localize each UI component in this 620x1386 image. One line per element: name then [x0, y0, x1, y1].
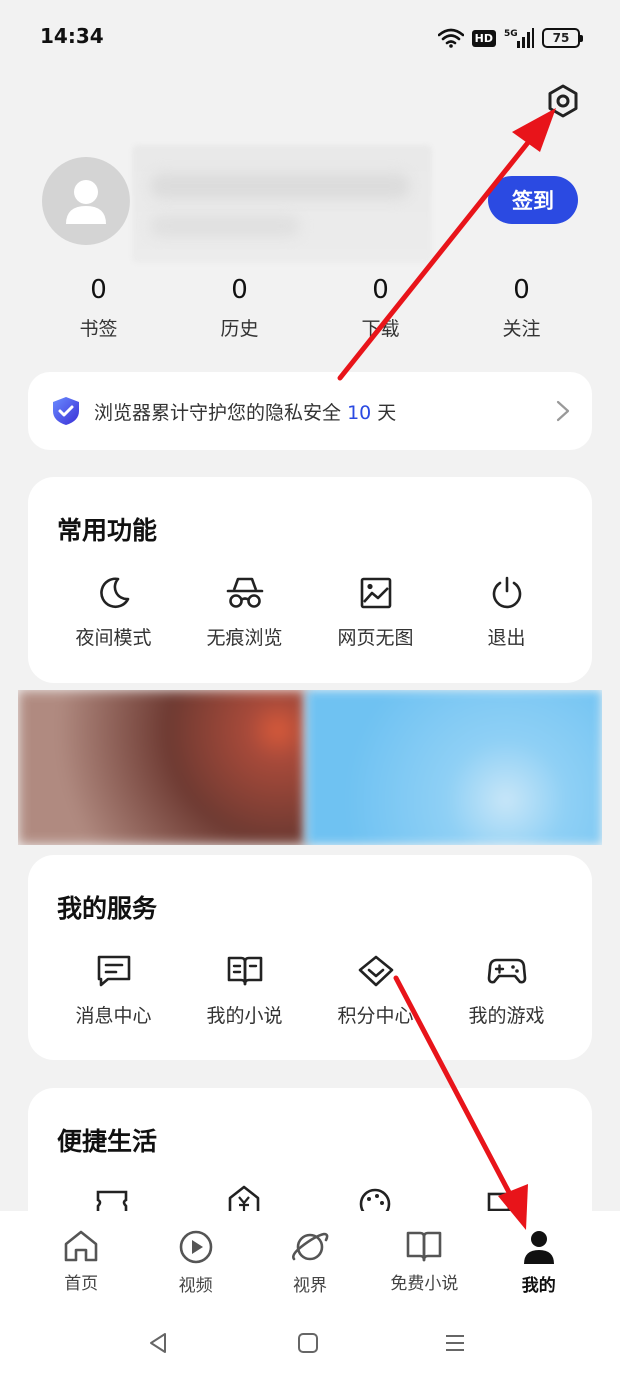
tab-free-novels[interactable]: 免费小说	[369, 1211, 479, 1301]
tab-video[interactable]: 视频	[141, 1211, 251, 1301]
tab-label: 我的	[521, 1276, 556, 1296]
default-user-icon	[66, 180, 106, 224]
stat-label: 书签	[79, 318, 118, 340]
moon-icon	[99, 577, 129, 609]
signin-button[interactable]: 签到	[488, 176, 578, 224]
points-center-button[interactable]: 积分中心	[310, 951, 441, 1028]
tab-label: 视频	[178, 1276, 213, 1296]
night-mode-button[interactable]: 夜间模式	[48, 573, 179, 650]
open-book-icon	[407, 1231, 442, 1262]
blurred-username	[132, 145, 432, 263]
incognito-icon	[226, 577, 263, 608]
function-grid: 夜间模式 无痕浏览 网页无图 退出	[48, 573, 572, 650]
exit-button[interactable]: 退出	[441, 573, 572, 650]
stat-count: 0	[231, 275, 248, 305]
grid-label: 积分中心	[337, 1005, 414, 1027]
nav-home-button[interactable]	[288, 1323, 328, 1363]
grid-label: 消息中心	[75, 1005, 152, 1027]
profile-section: 签到	[0, 145, 620, 265]
promo-banner[interactable]	[18, 690, 602, 845]
shield-icon	[53, 397, 79, 425]
avatar[interactable]	[42, 157, 130, 245]
services-grid: 消息中心 我的小说 积分中心 我的游戏	[48, 951, 572, 1028]
grid-label: 我的游戏	[468, 1005, 545, 1027]
card-title: 便捷生活	[57, 1127, 158, 1156]
blurred-line	[150, 215, 300, 237]
stat-label: 历史	[220, 318, 259, 340]
settings-button[interactable]	[540, 78, 586, 124]
signal-icon: 5G	[504, 28, 534, 48]
banner-image-right[interactable]	[306, 690, 602, 845]
status-time: 14:34	[40, 24, 104, 48]
battery-indicator: 75	[542, 28, 583, 48]
image-icon	[360, 577, 391, 609]
nav-menu-button[interactable]	[435, 1323, 475, 1363]
stat-count: 0	[372, 275, 389, 305]
tab-mine[interactable]: 我的	[484, 1211, 594, 1301]
privacy-days: 10	[347, 401, 372, 424]
incognito-button[interactable]: 无痕浏览	[179, 573, 310, 650]
message-icon	[97, 955, 130, 987]
privacy-card[interactable]: 浏览器累计守护您的隐私安全 10 天	[28, 372, 592, 450]
diamond-icon	[358, 955, 393, 987]
tab-home[interactable]: 首页	[26, 1211, 136, 1301]
status-icons: HD 5G 75	[437, 24, 583, 52]
card-title: 我的服务	[57, 894, 158, 923]
power-icon	[492, 576, 521, 609]
privacy-unit: 天	[377, 401, 397, 424]
message-center-button[interactable]: 消息中心	[48, 951, 179, 1028]
grid-label: 我的小说	[206, 1005, 283, 1027]
home-icon	[64, 1230, 98, 1262]
stat-bookmarks[interactable]: 0 书签	[28, 270, 169, 341]
tab-label: 免费小说	[390, 1274, 459, 1294]
my-games-button[interactable]: 我的游戏	[441, 951, 572, 1028]
common-functions-card: 常用功能 夜间模式 无痕浏览 网页无图 退出	[28, 477, 592, 683]
stat-label: 下载	[361, 318, 400, 340]
bottom-tab-bar: 首页 视频 视界 免费小说 我的	[0, 1211, 620, 1301]
card-title: 常用功能	[57, 516, 158, 545]
grid-label: 无痕浏览	[206, 627, 283, 649]
grid-label: 退出	[487, 627, 526, 649]
banner-image-left[interactable]	[18, 690, 306, 845]
grid-label: 夜间模式	[75, 627, 152, 649]
user-icon	[523, 1231, 554, 1264]
tab-vision[interactable]: 视界	[255, 1211, 365, 1301]
status-bar: 14:34 HD 5G 75	[0, 0, 620, 76]
stat-count: 0	[90, 275, 107, 305]
blurred-line	[150, 173, 410, 199]
privacy-message: 浏览器累计守护您的隐私安全	[94, 401, 342, 424]
stat-follows[interactable]: 0 关注	[451, 270, 592, 341]
stats-row: 0 书签 0 历史 0 下载 0 关注	[28, 270, 592, 341]
hd-badge: HD	[471, 29, 496, 47]
system-nav-bar	[0, 1301, 620, 1386]
planet-icon	[291, 1232, 329, 1261]
stat-downloads[interactable]: 0 下载	[310, 270, 451, 341]
wifi-icon	[437, 28, 464, 48]
my-services-card: 我的服务 消息中心 我的小说 积分中心 我的游戏	[28, 855, 592, 1060]
home-square-icon	[298, 1333, 318, 1353]
grid-label: 网页无图	[337, 627, 414, 649]
my-novels-button[interactable]: 我的小说	[179, 951, 310, 1028]
signal-label: 5G	[504, 29, 518, 39]
nav-back-button[interactable]	[138, 1323, 178, 1363]
stat-label: 关注	[502, 318, 541, 340]
menu-icon	[446, 1335, 464, 1351]
play-icon	[179, 1230, 212, 1264]
book-icon	[227, 956, 262, 986]
gamepad-icon	[487, 958, 526, 984]
chevron-right-icon	[556, 400, 570, 422]
settings-icon	[548, 84, 578, 118]
back-triangle-icon	[150, 1333, 166, 1353]
tab-label: 视界	[292, 1276, 327, 1296]
no-image-button[interactable]: 网页无图	[310, 573, 441, 650]
tab-label: 首页	[64, 1274, 99, 1294]
privacy-text: 浏览器累计守护您的隐私安全 10 天	[94, 398, 556, 425]
stat-count: 0	[513, 275, 530, 305]
stat-history[interactable]: 0 历史	[169, 270, 310, 341]
